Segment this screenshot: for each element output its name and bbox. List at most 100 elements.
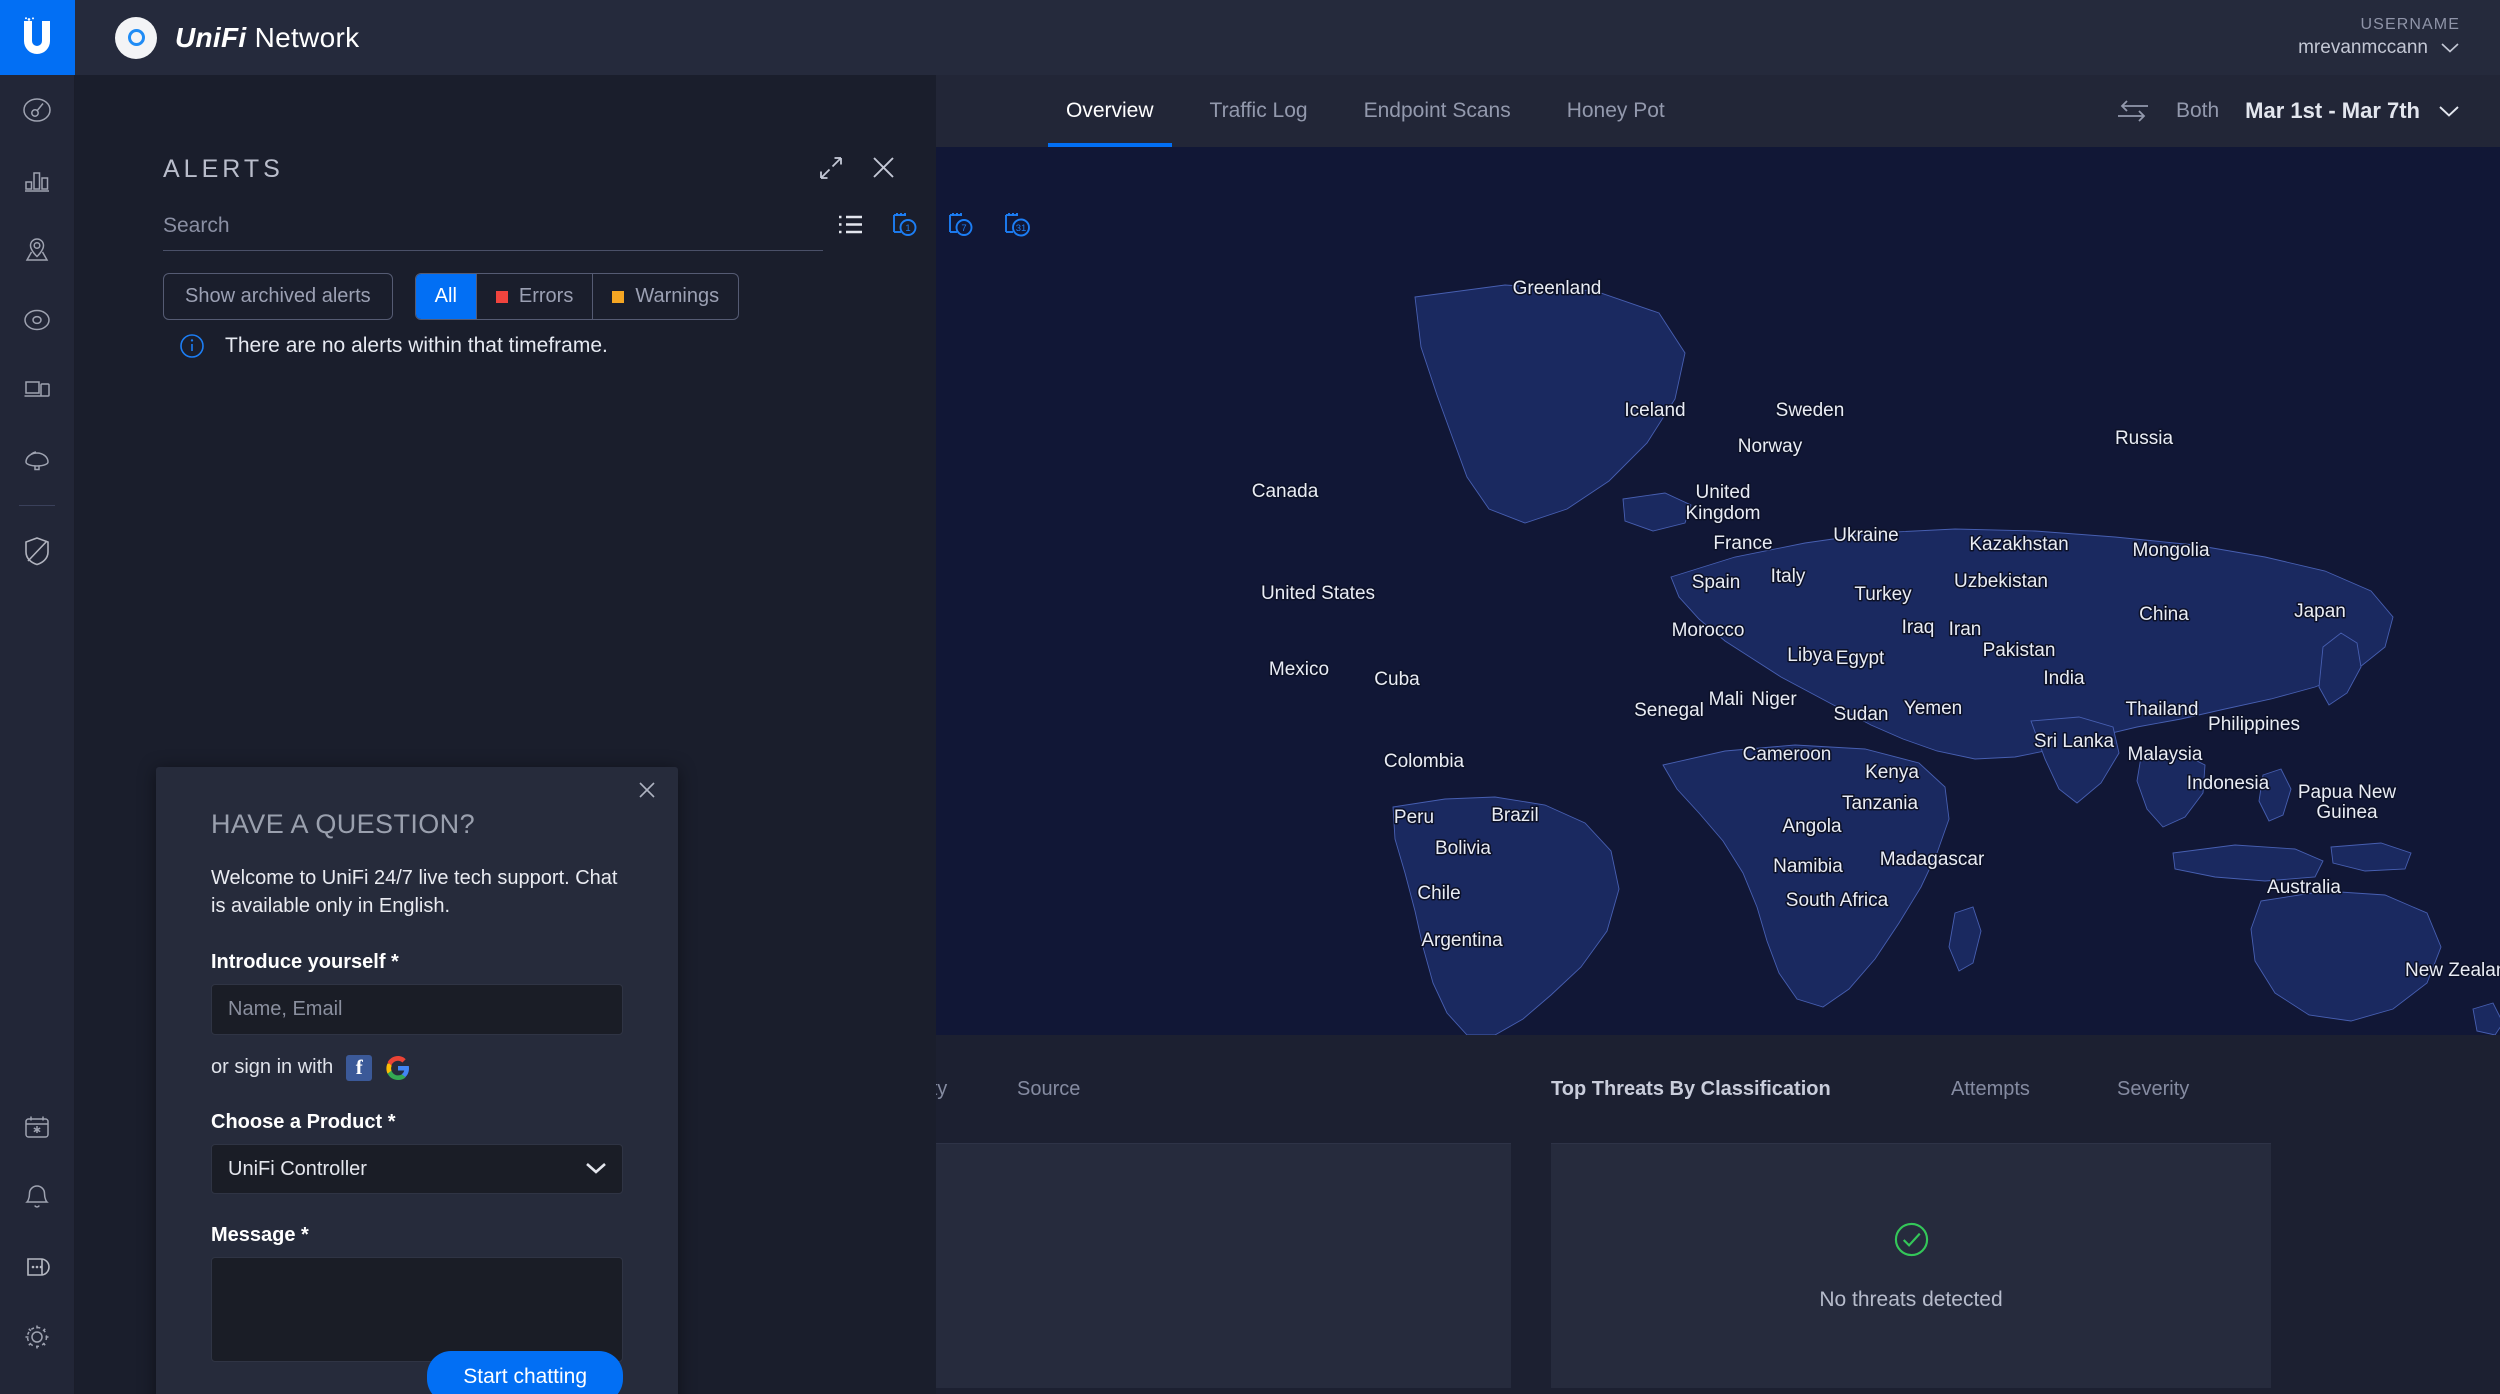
map-label: Australia <box>2267 877 2341 898</box>
errors-color-swatch <box>495 290 508 303</box>
calendar-week-icon[interactable]: 7 <box>947 212 976 237</box>
sidebar-item-dashboard[interactable] <box>0 75 75 145</box>
warnings-color-swatch <box>612 290 625 303</box>
sidebar-item-threat-management[interactable] <box>0 516 75 586</box>
alerts-panel-window-controls <box>819 155 896 180</box>
map-label: Pakistan <box>1983 640 2056 661</box>
map-label: Uzbekistan <box>1954 571 2048 592</box>
sidebar-item-alerts[interactable] <box>0 1162 75 1232</box>
sidebar-item-insights[interactable] <box>0 425 75 495</box>
sidebar-item-clients[interactable] <box>0 355 75 425</box>
tab-overview-label: Overview <box>1066 99 1154 122</box>
chat-heading: HAVE A QUESTION? <box>211 809 475 839</box>
user-menu[interactable]: USERNAME mrevanmccann <box>2298 15 2460 60</box>
map-label: Senegal <box>1634 700 1704 721</box>
filter-errors[interactable]: Errors <box>477 274 594 319</box>
chat-welcome-text: Welcome to UniFi 24/7 live tech support.… <box>211 867 618 918</box>
map-label: Thailand <box>2126 699 2199 720</box>
panel-class-status: No threats detected <box>1819 1287 2003 1311</box>
calendar-month-icon[interactable]: 31 <box>1003 212 1035 237</box>
panel-class-body: No threats detected <box>1551 1143 2271 1388</box>
date-range-picker[interactable]: Mar 1st - Mar 7th <box>2245 98 2460 124</box>
google-icon[interactable] <box>385 1055 411 1081</box>
alerts-panel-header <box>75 75 936 165</box>
panel-class-col-severity[interactable]: Severity <box>2117 1078 2189 1101</box>
rail-bottom-group <box>0 1092 75 1394</box>
sidebar-item-map[interactable] <box>0 215 75 285</box>
map-label: Kingdom <box>1686 503 1761 524</box>
sidebar-item-events[interactable] <box>0 1092 75 1162</box>
alerts-panel: ALERTS 1 7 <box>75 75 1030 1394</box>
panel-class-header: Top Threats By Classification Attempts S… <box>1531 1035 2291 1143</box>
chat-name-email-input[interactable] <box>211 983 623 1035</box>
alerts-panel-title: ALERTS <box>163 155 284 183</box>
info-circle-icon <box>180 334 204 358</box>
chat-social-signin-row: or sign in with f <box>211 1054 623 1081</box>
check-circle-icon <box>1894 1222 1928 1256</box>
map-label: Chile <box>1417 883 1460 904</box>
sidebar-item-devices[interactable] <box>0 285 75 355</box>
tab-traffic-log-label: Traffic Log <box>1209 99 1308 122</box>
close-x-icon[interactable] <box>638 781 656 799</box>
brand-unifi: UniFi <box>175 21 247 53</box>
tab-overview[interactable]: Overview <box>1038 75 1182 147</box>
svg-text:31: 31 <box>1016 223 1027 234</box>
show-archived-alerts-button[interactable]: Show archived alerts <box>163 273 393 320</box>
chat-message-textarea[interactable] <box>211 1256 623 1362</box>
list-view-icon[interactable] <box>837 214 864 235</box>
map-label: Cameroon <box>1743 744 1832 765</box>
tab-traffic-log[interactable]: Traffic Log <box>1182 75 1336 147</box>
map-label: United States <box>1261 583 1375 604</box>
map-label: Egypt <box>1836 648 1885 669</box>
map-label: Namibia <box>1773 856 1843 877</box>
map-label: Iran <box>1949 619 1982 640</box>
panel-class-col-attempts[interactable]: Attempts <box>1951 1078 2117 1101</box>
tab-honey-pot-label: Honey Pot <box>1566 99 1665 122</box>
map-label: Bolivia <box>1435 838 1491 859</box>
map-label: Yemen <box>1904 698 1962 719</box>
start-chatting-button[interactable]: Start chatting <box>427 1351 623 1394</box>
arrows-exchange-icon[interactable] <box>2116 99 2150 123</box>
filter-all-label: All <box>434 285 457 307</box>
filter-warnings[interactable]: Warnings <box>593 274 738 319</box>
search-input[interactable] <box>163 210 823 251</box>
facebook-icon[interactable]: f <box>346 1054 373 1081</box>
chat-signin-text: or sign in with <box>211 1056 334 1079</box>
close-x-icon[interactable] <box>871 155 896 180</box>
chevron-down-icon <box>2441 43 2459 53</box>
map-label: Sweden <box>1776 400 1845 421</box>
panel-top-threats-by-classification: Top Threats By Classification Attempts S… <box>1531 1035 2291 1394</box>
svg-text:1: 1 <box>905 223 910 234</box>
tab-honey-pot[interactable]: Honey Pot <box>1539 75 1693 147</box>
map-label: Sri Lanka <box>2034 731 2115 752</box>
filter-all[interactable]: All <box>415 274 477 319</box>
map-label: Norway <box>1738 436 1803 457</box>
left-nav-rail <box>0 0 75 1394</box>
page-title: UniFi Network <box>175 22 359 54</box>
map-label: Sudan <box>1834 704 1889 725</box>
map-label: Morocco <box>1672 620 1745 641</box>
direction-filter-label[interactable]: Both <box>2176 99 2219 123</box>
sidebar-item-settings[interactable] <box>0 1302 75 1372</box>
chat-introduce-label: Introduce yourself * <box>211 950 399 973</box>
map-label: Mali <box>1709 689 1744 710</box>
chat-product-select[interactable]: UniFi Controller <box>211 1143 623 1194</box>
brand-network: Network <box>246 21 360 53</box>
unifi-u-logo[interactable] <box>0 0 75 75</box>
user-name: mrevanmccann <box>2298 36 2428 58</box>
tab-endpoint-scans[interactable]: Endpoint Scans <box>1336 75 1539 147</box>
sidebar-item-statistics[interactable] <box>0 145 75 215</box>
map-label: China <box>2139 604 2189 625</box>
calendar-day-icon[interactable]: 1 <box>891 212 920 237</box>
map-label: France <box>1713 533 1772 554</box>
expand-diagonal-icon[interactable] <box>819 156 843 180</box>
panel-geo-col-source[interactable]: Source <box>1017 1078 1080 1101</box>
map-label: Italy <box>1771 566 1806 587</box>
tabbar-controls: Both Mar 1st - Mar 7th <box>2116 75 2460 147</box>
map-label: Iceland <box>1624 400 1685 421</box>
chevron-down-icon <box>2439 105 2459 117</box>
sidebar-item-chat-support[interactable] <box>0 1232 75 1302</box>
map-label: Papua New <box>2298 782 2397 803</box>
user-name-row[interactable]: mrevanmccann <box>2298 36 2460 60</box>
alerts-empty-state: There are no alerts within that timefram… <box>179 333 608 359</box>
